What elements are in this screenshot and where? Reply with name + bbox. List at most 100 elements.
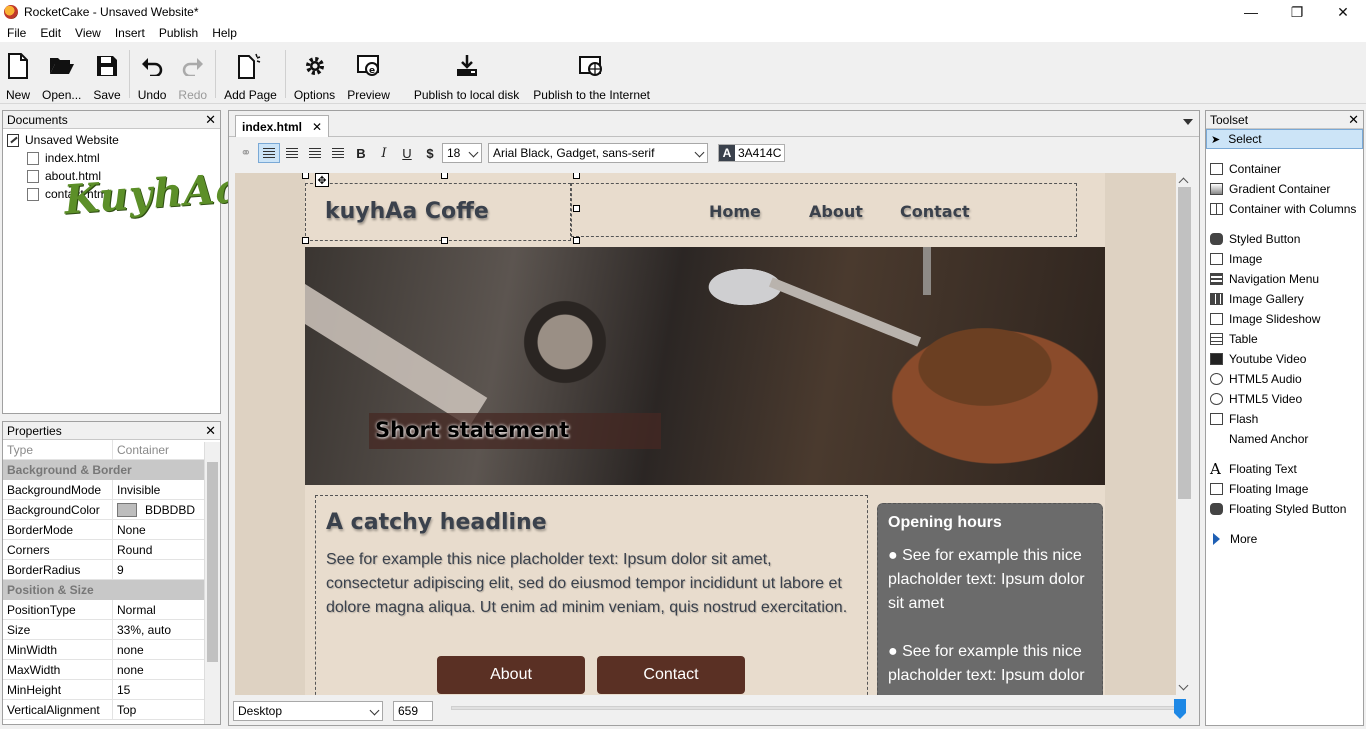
- prop-row-maxwidth[interactable]: MaxWidth none: [3, 660, 204, 680]
- resize-handle[interactable]: [573, 237, 580, 244]
- prop-row-verticalalignment[interactable]: VerticalAlignment Top: [3, 700, 204, 720]
- prop-row-minheight[interactable]: MinHeight 15: [3, 680, 204, 700]
- body-placeholder-text[interactable]: See for example this nice placholder tex…: [326, 548, 856, 620]
- close-icon[interactable]: ✕: [205, 112, 216, 128]
- contact-button[interactable]: Contact: [597, 656, 745, 694]
- font-size-select[interactable]: 18: [442, 143, 482, 163]
- tool-flash[interactable]: Flash: [1206, 409, 1363, 429]
- nav-link-contact[interactable]: Contact: [900, 202, 970, 221]
- prop-row-backgroundcolor[interactable]: BackgroundColor BDBDBD: [3, 500, 204, 520]
- resize-handle[interactable]: [302, 173, 309, 179]
- tool-named-anchor[interactable]: Named Anchor: [1206, 429, 1363, 449]
- opening-hours-item[interactable]: ● See for example this nice placholder t…: [888, 640, 1092, 688]
- open-button[interactable]: Open...: [36, 42, 87, 104]
- opening-hours-title[interactable]: Opening hours: [888, 514, 1092, 532]
- width-slider-track[interactable]: [451, 706, 1177, 710]
- tool-floating-text[interactable]: A Floating Text: [1206, 459, 1363, 479]
- publish-local-button[interactable]: Publish to local disk: [396, 42, 527, 104]
- align-left-icon[interactable]: [258, 143, 280, 163]
- tab-index-html[interactable]: index.html ✕: [235, 115, 329, 137]
- italic-icon[interactable]: I: [373, 143, 395, 163]
- prop-row-minwidth[interactable]: MinWidth none: [3, 640, 204, 660]
- font-family-select[interactable]: Arial Black, Gadget, sans-serif: [488, 143, 708, 163]
- add-page-button[interactable]: Add Page: [218, 42, 283, 104]
- prop-row-positiontype[interactable]: PositionType Normal: [3, 600, 204, 620]
- nav-link-home[interactable]: Home: [709, 202, 761, 221]
- resize-handle[interactable]: [573, 205, 580, 212]
- device-select[interactable]: Desktop: [233, 701, 383, 721]
- properties-scrollbar[interactable]: [204, 442, 220, 724]
- publish-internet-button[interactable]: Publish to the Internet: [527, 42, 656, 104]
- canvas-scrollbar[interactable]: [1176, 173, 1193, 695]
- prop-category-background[interactable]: Background & Border: [3, 460, 204, 480]
- menu-edit[interactable]: Edit: [33, 26, 68, 40]
- tool-youtube-video[interactable]: Youtube Video: [1206, 349, 1363, 369]
- move-handle-icon[interactable]: ✥: [315, 173, 329, 187]
- tool-container-columns[interactable]: Container with Columns: [1206, 199, 1363, 219]
- width-input[interactable]: 659: [393, 701, 433, 721]
- tree-root-website[interactable]: Unsaved Website: [7, 131, 216, 149]
- options-button[interactable]: Options: [288, 42, 341, 104]
- tool-styled-button[interactable]: Styled Button: [1206, 229, 1363, 249]
- menu-file[interactable]: File: [0, 26, 33, 40]
- scroll-down-icon[interactable]: [1178, 680, 1189, 691]
- menu-view[interactable]: View: [68, 26, 108, 40]
- about-button[interactable]: About: [437, 656, 585, 694]
- scroll-up-icon[interactable]: [1178, 177, 1189, 188]
- prop-row-size[interactable]: Size 33%, auto: [3, 620, 204, 640]
- resize-handle[interactable]: [573, 173, 580, 179]
- close-tab-icon[interactable]: ✕: [312, 120, 322, 134]
- tool-select[interactable]: ➤ Select: [1206, 129, 1363, 149]
- align-center-icon[interactable]: [281, 143, 303, 163]
- prop-row-backgroundmode[interactable]: BackgroundMode Invisible: [3, 480, 204, 500]
- menu-publish[interactable]: Publish: [152, 26, 205, 40]
- nav-link-about[interactable]: About: [809, 202, 863, 221]
- close-window-button[interactable]: ✕: [1320, 0, 1366, 24]
- tree-file-about[interactable]: about.html: [7, 167, 216, 185]
- tool-html5-video[interactable]: HTML5 Video: [1206, 389, 1363, 409]
- align-right-icon[interactable]: [304, 143, 326, 163]
- prop-category-position[interactable]: Position & Size: [3, 580, 204, 600]
- tab-list-dropdown-icon[interactable]: [1183, 119, 1193, 125]
- tool-container[interactable]: Container: [1206, 159, 1363, 179]
- redo-button[interactable]: Redo: [172, 42, 213, 104]
- tree-file-index[interactable]: index.html: [7, 149, 216, 167]
- prop-row-bordermode[interactable]: BorderMode None: [3, 520, 204, 540]
- tool-gradient-container[interactable]: Gradient Container: [1206, 179, 1363, 199]
- prop-row-corners[interactable]: Corners Round: [3, 540, 204, 560]
- menu-insert[interactable]: Insert: [108, 26, 152, 40]
- bold-icon[interactable]: B: [350, 143, 372, 163]
- tool-image[interactable]: Image: [1206, 249, 1363, 269]
- tool-table[interactable]: Table: [1206, 329, 1363, 349]
- scrollbar-thumb[interactable]: [1178, 187, 1191, 499]
- underline-icon[interactable]: U: [396, 143, 418, 163]
- tool-image-gallery[interactable]: Image Gallery: [1206, 289, 1363, 309]
- design-canvas[interactable]: ✥ kuyhAa Coffe Home About Contact Short …: [235, 173, 1176, 695]
- resize-handle[interactable]: [302, 237, 309, 244]
- minimize-button[interactable]: —: [1228, 0, 1274, 24]
- catchy-headline[interactable]: A catchy headline: [326, 510, 547, 535]
- opening-hours-container[interactable]: Opening hours ● See for example this nic…: [877, 503, 1103, 695]
- tool-image-slideshow[interactable]: Image Slideshow: [1206, 309, 1363, 329]
- main-content-container[interactable]: A catchy headline See for example this n…: [315, 495, 868, 695]
- tool-more[interactable]: More: [1206, 529, 1363, 549]
- tool-floating-image[interactable]: Floating Image: [1206, 479, 1363, 499]
- tool-navigation-menu[interactable]: Navigation Menu: [1206, 269, 1363, 289]
- preview-button[interactable]: e Preview: [341, 42, 396, 104]
- align-justify-icon[interactable]: [327, 143, 349, 163]
- resize-handle[interactable]: [441, 173, 448, 179]
- close-icon[interactable]: ✕: [205, 423, 216, 439]
- tool-html5-audio[interactable]: HTML5 Audio: [1206, 369, 1363, 389]
- tool-floating-styled-button[interactable]: Floating Styled Button: [1206, 499, 1363, 519]
- save-button[interactable]: Save: [87, 42, 126, 104]
- tree-file-contact[interactable]: contact.html: [7, 185, 216, 203]
- opening-hours-item[interactable]: ● See for example this nice placholder t…: [888, 544, 1092, 616]
- undo-button[interactable]: Undo: [132, 42, 173, 104]
- scrollbar-thumb[interactable]: [207, 462, 218, 662]
- menu-help[interactable]: Help: [205, 26, 244, 40]
- dollar-icon[interactable]: $: [419, 143, 441, 163]
- text-color-picker[interactable]: A 3A414C: [718, 144, 786, 162]
- new-button[interactable]: New: [0, 42, 36, 104]
- short-statement-text[interactable]: Short statement: [375, 418, 569, 442]
- close-icon[interactable]: ✕: [1348, 112, 1359, 128]
